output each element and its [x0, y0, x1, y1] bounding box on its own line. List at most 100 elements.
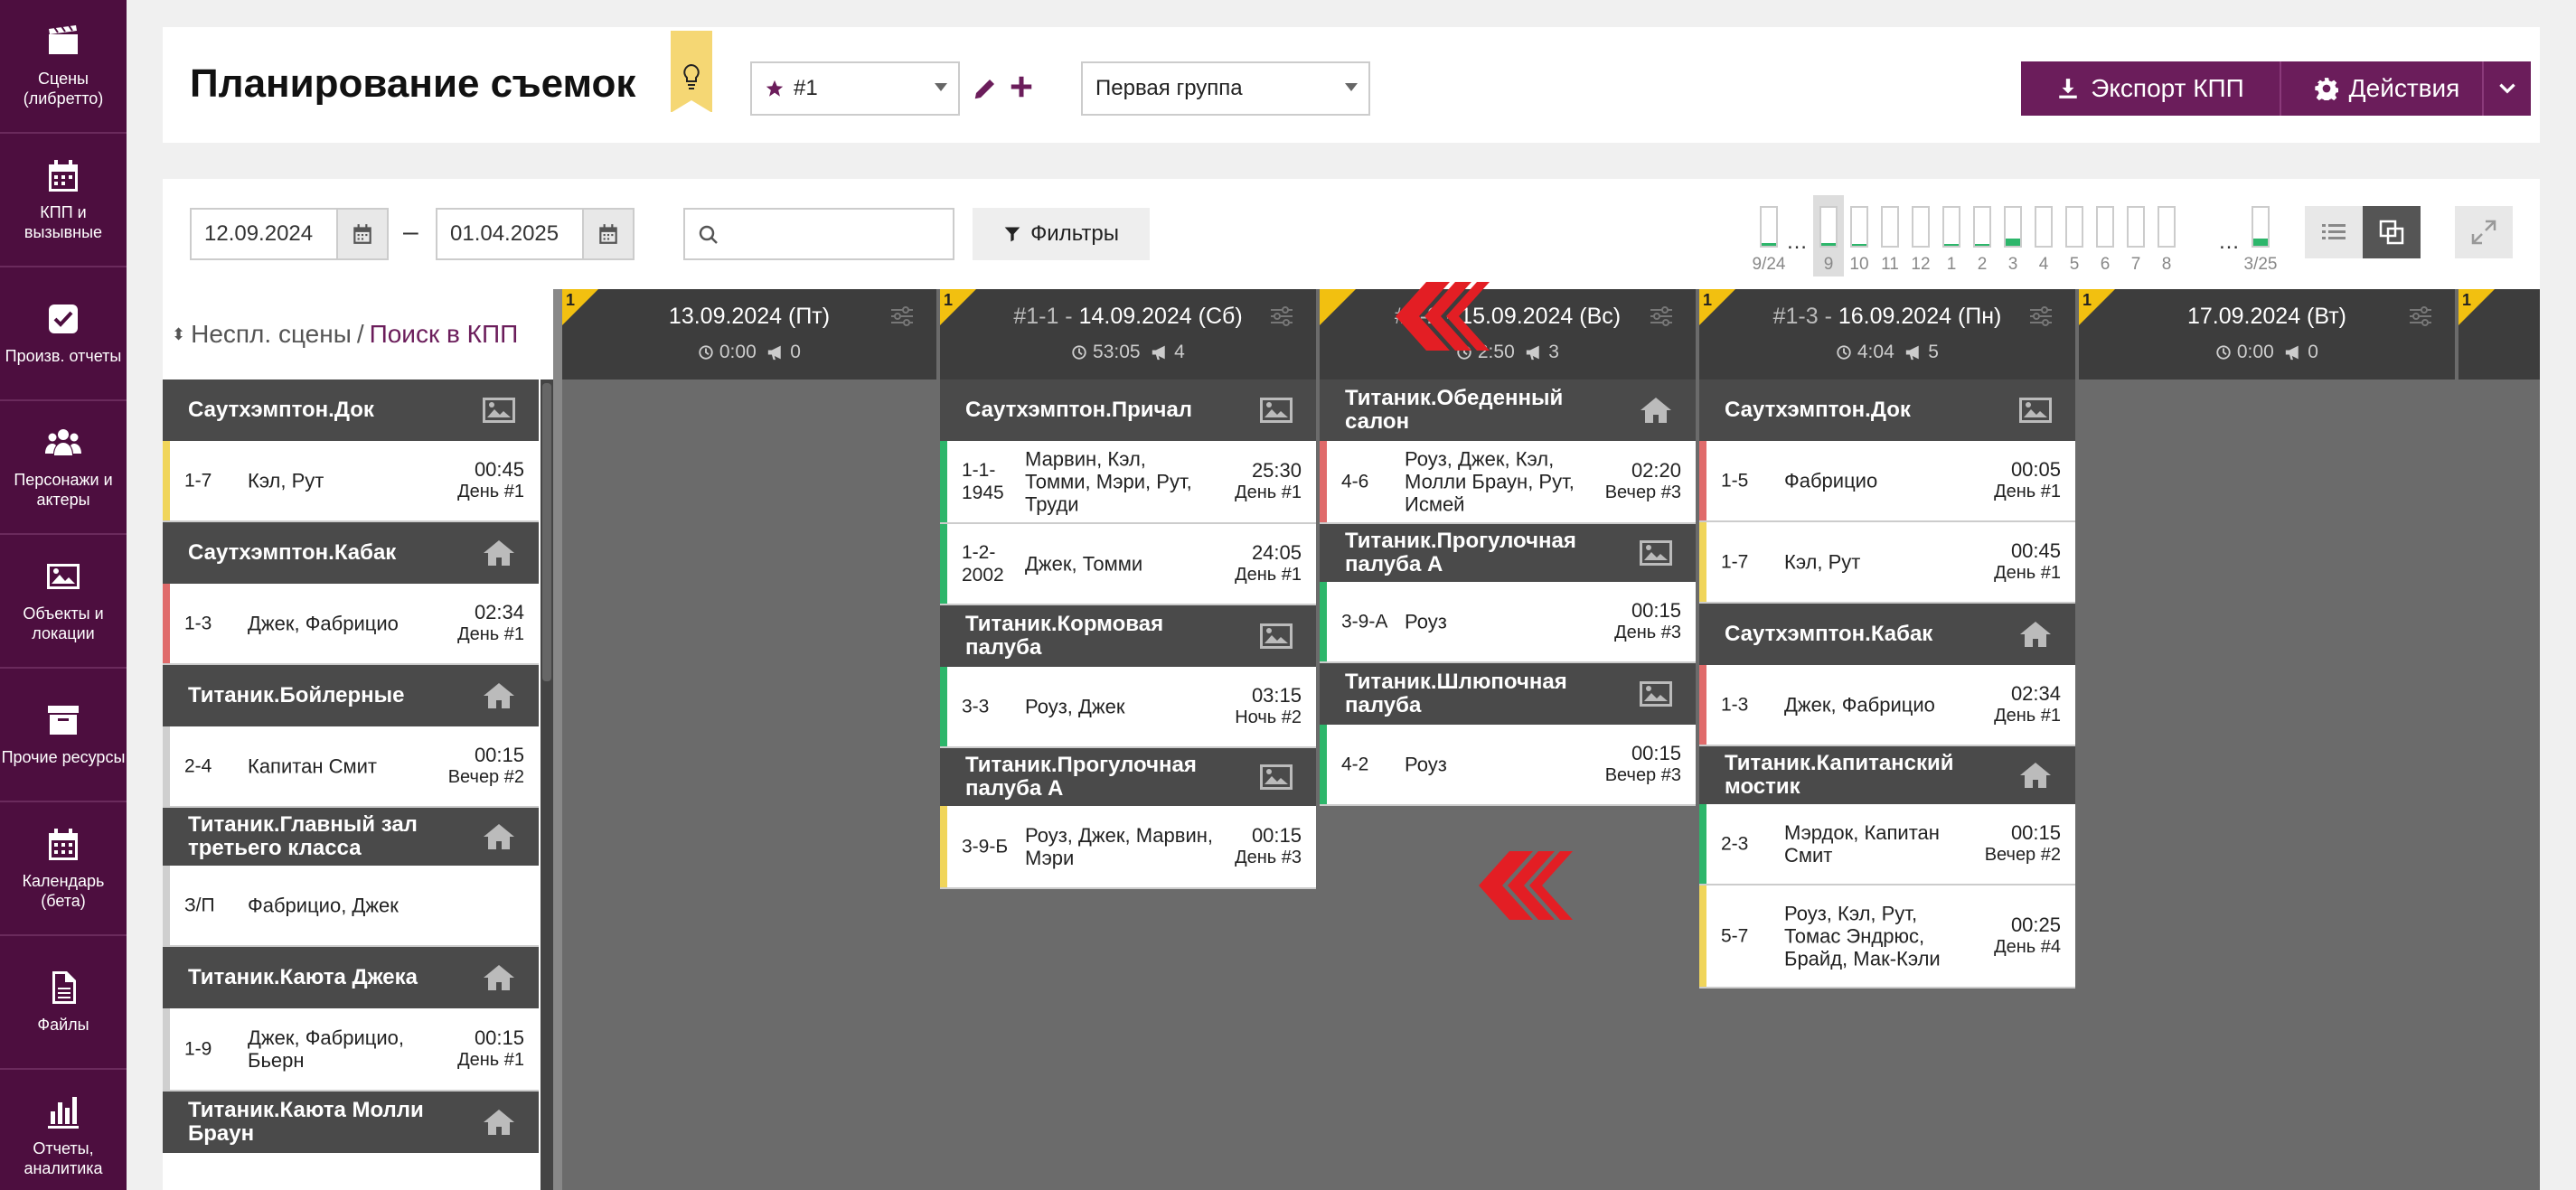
day-column-header[interactable]: 1 #1-3 - 16.09.2024 (Пн) 4:04 5: [1699, 289, 2075, 379]
scene-characters: Роуз, Джек, Марвин, Мэри: [1025, 824, 1213, 869]
location-header[interactable]: Саутхэмптон.Причал: [940, 379, 1316, 441]
settings-sliders-icon[interactable]: [889, 305, 915, 327]
search-input[interactable]: [727, 215, 944, 253]
minibar-fill: [1821, 242, 1836, 246]
scene-card[interactable]: 1-5 Фабрицио 00:05 День #1: [1699, 441, 2075, 522]
nav-item-4[interactable]: Объекты и локации: [0, 535, 127, 669]
day-column: Саутхэмптон.Причал 1-1-1945 Марвин, Кэл, Т…: [940, 379, 1316, 889]
version-select[interactable]: #1: [750, 61, 960, 116]
pencil-icon[interactable]: [972, 72, 999, 105]
board-view-button[interactable]: [2363, 206, 2421, 258]
nav-item-2[interactable]: Произв. отчеты: [0, 267, 127, 401]
location-name: Саутхэмптон.Док: [188, 398, 374, 422]
calendar-icon[interactable]: [582, 210, 633, 258]
settings-sliders-icon[interactable]: [2028, 305, 2054, 327]
location-header[interactable]: Титаник.Каюта Молли Браун: [163, 1092, 539, 1153]
nav-item-5[interactable]: Прочие ресурсы: [0, 669, 127, 802]
scene-card[interactable]: 2-3 Мэрдок, Капитан Смит 00:15 Вечер #2: [1699, 804, 2075, 885]
search-in-kpp-link[interactable]: Поиск в КПП: [370, 320, 519, 349]
calendar-icon[interactable]: [336, 210, 387, 258]
scene-card[interactable]: 1-3 Джек, Фабрицио 02:34 День #1: [163, 584, 539, 665]
scene-characters: Фабрицио: [1784, 469, 1878, 492]
nav-item-label: Отчеты, аналитика: [24, 1139, 103, 1177]
scene-card[interactable]: 3-9-Б Роуз, Джек, Марвин, Мэри 00:15 День #…: [940, 806, 1316, 889]
location-header[interactable]: Саутхэмптон.Кабак: [1699, 604, 2075, 665]
actions-button[interactable]: Действия: [2292, 61, 2482, 116]
location-header[interactable]: Саутхэмптон.Док: [1699, 379, 2075, 441]
minibar-0[interactable]: 9/24: [1753, 195, 1785, 276]
location-header[interactable]: Титаник.Главный зал третьего класса: [163, 808, 539, 866]
day-column-header[interactable]: 1: [2458, 289, 2540, 379]
page-title: Планирование съемок: [190, 61, 636, 106]
scene-card[interactable]: 4-2 Роуз 00:15 Вечер #3: [1320, 725, 1696, 806]
search-box[interactable]: [683, 208, 954, 260]
nav-item-1[interactable]: КПП и вызывные: [0, 134, 127, 267]
scene-card[interactable]: 5-7 Роуз, Кэл, Рут, Томас Эндрюс, Брайд, …: [1699, 885, 2075, 989]
scene-characters: Джек, Томми: [1025, 552, 1143, 576]
actions-dropdown-button[interactable]: [2482, 61, 2531, 116]
panel-splitter[interactable]: [553, 289, 562, 1190]
minibar-13[interactable]: 3/25: [2244, 195, 2277, 276]
sort-icon[interactable]: ⬍: [172, 325, 185, 344]
nav-item-3[interactable]: Персонажи и актеры: [0, 401, 127, 535]
location-header[interactable]: Титаник.Прогулочная палуба А: [1320, 524, 1696, 582]
settings-sliders-icon[interactable]: [1269, 305, 1294, 327]
scrollbar-thumb[interactable]: [542, 383, 551, 681]
scene-card[interactable]: 3-3 Роуз, Джек 03:15 Ночь #2: [940, 667, 1316, 748]
house-icon: [2020, 622, 2051, 647]
day-scene-count: 0: [2308, 342, 2318, 362]
nav-item-0[interactable]: Сцены (либретто): [0, 0, 127, 134]
unplanned-scrollbar[interactable]: [541, 379, 553, 1190]
scene-number: 1-7: [1721, 551, 1749, 573]
filters-button[interactable]: Фильтры: [973, 208, 1150, 260]
location-header[interactable]: Саутхэмптон.Кабак: [163, 522, 539, 584]
calendar-icon: [49, 160, 78, 192]
unplanned-label[interactable]: Неспл. сцены: [191, 320, 352, 349]
location-header[interactable]: Титаник.Прогулочная палуба А: [940, 748, 1316, 806]
day-column-header[interactable]: 1 17.09.2024 (Вт) 0:00 0: [2079, 289, 2455, 379]
minibar-label: 9/24: [1752, 255, 1786, 274]
location-header[interactable]: Титаник.Кормовая палуба: [940, 605, 1316, 667]
nav-item-7[interactable]: Файлы: [0, 936, 127, 1070]
day-column-header[interactable]: 1 13.09.2024 (Пт) 0:00 0: [562, 289, 936, 379]
scene-card[interactable]: 3-9-А Роуз 00:15 День #3: [1320, 582, 1696, 663]
date-to-field[interactable]: 01.04.2025: [436, 208, 635, 260]
list-view-button[interactable]: [2305, 206, 2363, 258]
drop-indicator-arrow-icon: [1396, 282, 1490, 351]
day-column-header[interactable]: 1 #1-1 - 14.09.2024 (Сб) 53:05 4: [940, 289, 1316, 379]
scene-card[interactable]: 1-3 Джек, Фабрицио 02:34 День #1: [1699, 665, 2075, 746]
scene-duration: 00:15: [474, 744, 524, 766]
scene-color-stripe: [1699, 804, 1706, 884]
fullscreen-button[interactable]: [2455, 206, 2513, 258]
plus-icon[interactable]: [1008, 70, 1035, 103]
date-from-field[interactable]: 12.09.2024: [190, 208, 389, 260]
nav-item-6[interactable]: Календарь (бета): [0, 802, 127, 936]
export-button[interactable]: Экспорт КПП: [2021, 61, 2280, 116]
scene-card[interactable]: 1-7 Кэл, Рут 00:45 День #1: [163, 441, 539, 522]
minibar-12[interactable]: 8: [2151, 195, 2182, 276]
group-select[interactable]: Первая группа: [1081, 61, 1370, 116]
nav-item-label: Произв. отчеты: [5, 347, 122, 365]
tips-bookmark[interactable]: [671, 31, 712, 113]
location-header[interactable]: Саутхэмптон.Док: [163, 379, 539, 441]
header: Планирование съемок #1 Первая группа Экс…: [163, 27, 2540, 143]
day-date: 16.09.2024 (Пн): [1838, 304, 2002, 329]
scene-card[interactable]: 2-4 Капитан Смит 00:15 Вечер #2: [163, 726, 539, 808]
scene-color-stripe: [1320, 725, 1327, 804]
scene-card[interactable]: 4-6 Роуз, Джек, Кэл, Молли Браун, Рут, Ис…: [1320, 441, 1696, 524]
location-header[interactable]: Титаник.Каюта Джека: [163, 947, 539, 1008]
scene-card[interactable]: 1-7 Кэл, Рут 00:45 День #1: [1699, 522, 2075, 604]
scene-number: 4-2: [1341, 754, 1369, 775]
location-header[interactable]: Титаник.Обеденный салон: [1320, 379, 1696, 441]
nav-item-8[interactable]: Отчеты, аналитика: [0, 1070, 127, 1190]
scene-card[interactable]: 1-9 Джек, Фабрицио, Бьерн 00:15 День #1: [163, 1008, 539, 1092]
scene-card[interactable]: 1-1-1945 Марвин, Кэл, Томми, Мэри, Рут, Т…: [940, 441, 1316, 524]
scene-characters: Джек, Фабрицио: [248, 612, 399, 635]
location-header[interactable]: Титаник.Бойлерные: [163, 665, 539, 726]
scene-card[interactable]: З/П Фабрицио, Джек: [163, 866, 539, 947]
settings-sliders-icon[interactable]: [1649, 305, 1674, 327]
location-header[interactable]: Титаник.Капитанский мостик: [1699, 746, 2075, 804]
scene-card[interactable]: 1-2-2002 Джек, Томми 24:05 День #1: [940, 524, 1316, 605]
location-header[interactable]: Титаник.Шлюпочная палуба: [1320, 663, 1696, 725]
settings-sliders-icon[interactable]: [2408, 305, 2433, 327]
